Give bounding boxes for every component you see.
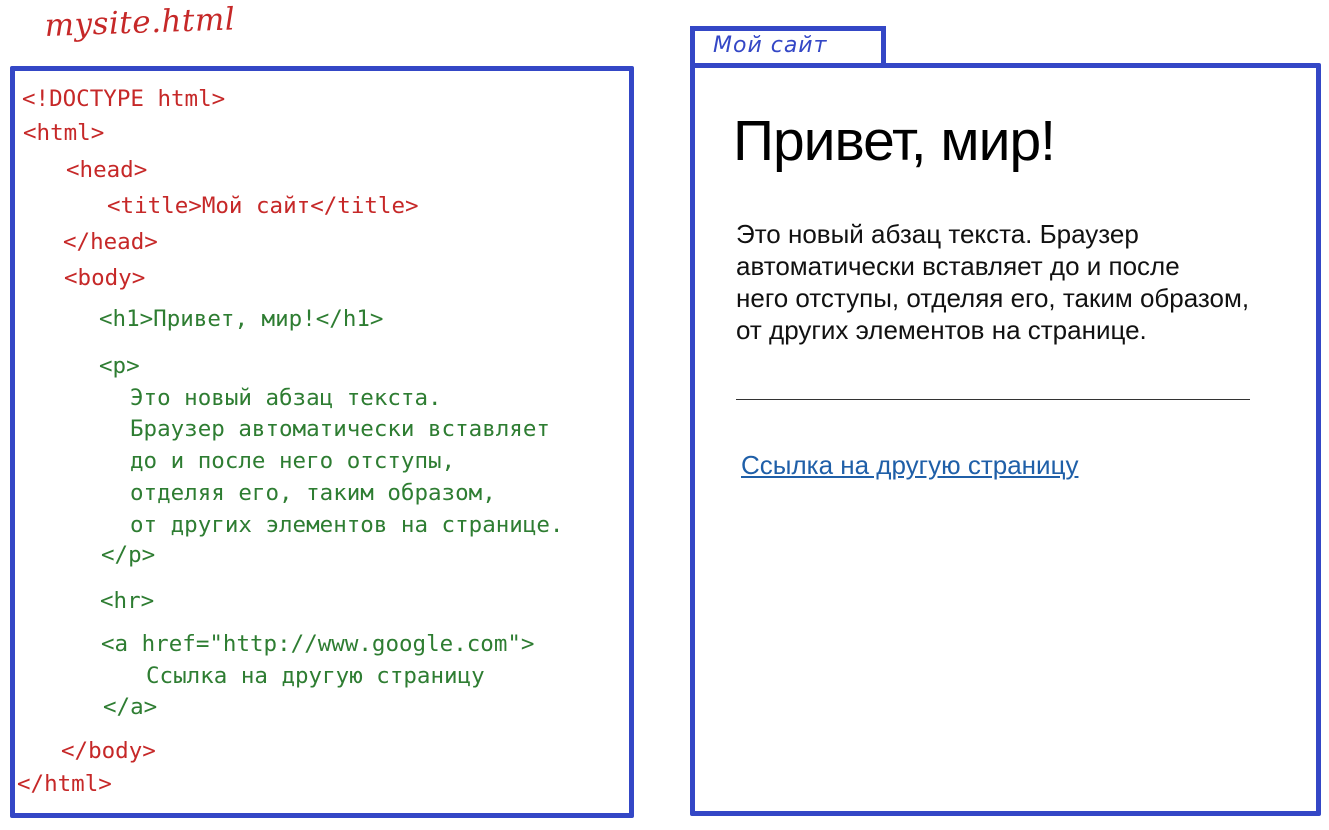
- code-line-html-open: <html>: [23, 120, 105, 146]
- code-line-head-open: <head>: [66, 157, 148, 183]
- code-line-doctype: <!DOCTYPE html>: [22, 86, 226, 112]
- page-paragraph-line: автоматически вставляет до и после: [736, 251, 1180, 281]
- code-line-p-text: отделяя его, таким образом,: [130, 480, 496, 506]
- code-line-p-text: Это новый абзац текста.: [130, 385, 442, 411]
- code-line-hr: <hr>: [100, 588, 155, 614]
- browser-tab-title: Мой сайт: [713, 33, 828, 58]
- code-line-a-open: <a href="http://www.google.com">: [101, 631, 535, 657]
- code-line-html-close: </html>: [17, 771, 112, 797]
- horizontal-rule: [736, 399, 1250, 400]
- page-paragraph-line: от других элементов на странице.: [736, 315, 1147, 345]
- page-paragraph-line: него отступы, отделяя его, таким образом…: [736, 283, 1250, 313]
- code-line-a-close: </a>: [103, 694, 158, 720]
- code-line-head-close: </head>: [63, 229, 158, 255]
- file-name-label: mysite.html: [44, 1, 236, 44]
- code-line-p-close: </p>: [101, 542, 156, 568]
- code-line-p-text: до и после него отступы,: [130, 448, 456, 474]
- page-link[interactable]: Ссылка на другую страницу: [741, 450, 1078, 481]
- code-line-body-open: <body>: [64, 265, 146, 291]
- browser-viewport: [690, 63, 1321, 816]
- browser-tab[interactable]: Мой сайт: [690, 26, 886, 66]
- code-line-body-close: </body>: [61, 738, 156, 764]
- page-heading: Привет, мир!: [733, 109, 1056, 173]
- code-line-p-open: <p>: [99, 353, 140, 379]
- code-line-title: <title>Мой сайт</title>: [107, 193, 419, 219]
- code-line-a-text: Ссылка на другую страницу: [146, 663, 485, 689]
- page-paragraph-line: Это новый абзац текста. Браузер: [736, 219, 1139, 249]
- code-line-h1: <h1>Привет, мир!</h1>: [99, 306, 384, 332]
- code-line-p-text: от других элементов на странице.: [130, 512, 564, 538]
- code-line-p-text: Браузер автоматически вставляет: [130, 416, 550, 442]
